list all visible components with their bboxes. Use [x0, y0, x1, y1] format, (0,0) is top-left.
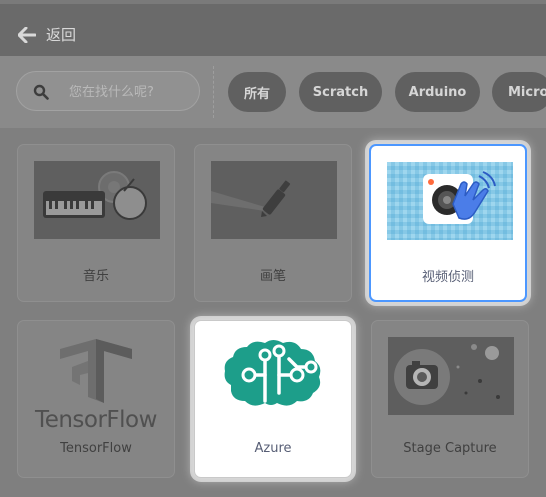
- extension-name-video-sensing: 视频侦测: [421, 270, 474, 285]
- back-button[interactable]: 返回: [18, 24, 76, 45]
- pen-icon: [211, 180, 291, 217]
- search-input[interactable]: [67, 80, 197, 104]
- music-keyboard-drum-icon: [43, 171, 147, 220]
- extension-card-tensorflow[interactable]: TensorFlow TensorFlow: [17, 320, 175, 478]
- extension-name-stage-capture: Stage Capture: [403, 441, 497, 456]
- tag-arduino-label: Arduino: [408, 84, 467, 100]
- extension-card-azure[interactable]: Azure: [194, 320, 352, 478]
- extension-card-stage-capture[interactable]: Stage Capture: [371, 320, 529, 478]
- header-bar: 返回: [0, 4, 546, 56]
- tag-all[interactable]: 所有: [228, 72, 286, 112]
- music-thumbnail: [34, 161, 160, 239]
- tensorflow-logo-icon: [60, 339, 132, 403]
- search-icon: [33, 84, 49, 100]
- video-hand-icon: [387, 162, 513, 240]
- tag-arduino[interactable]: Arduino: [395, 72, 480, 112]
- extension-card-pen[interactable]: 画笔: [194, 144, 352, 302]
- extension-name-tensorflow: TensorFlow: [60, 441, 132, 456]
- azure-brain-circuit-icon: [224, 340, 321, 406]
- extension-name-azure: Azure: [254, 441, 292, 456]
- tag-micro-label: Micro: [508, 84, 546, 100]
- extension-card-video-sensing[interactable]: 视频侦测: [369, 144, 527, 302]
- tag-micro[interactable]: Micro: [492, 72, 546, 112]
- stage-capture-thumbnail: [388, 337, 514, 415]
- video-sensing-thumbnail: [387, 162, 513, 240]
- pen-thumbnail: [211, 161, 337, 239]
- back-label: 返回: [46, 26, 77, 44]
- extension-name-pen: 画笔: [259, 269, 286, 284]
- tag-scratch[interactable]: Scratch: [299, 72, 382, 112]
- tag-all-label: 所有: [243, 86, 270, 102]
- search-box[interactable]: [16, 71, 200, 111]
- back-arrow-icon: [18, 26, 36, 43]
- filter-divider: [213, 66, 214, 118]
- tensorflow-logo-text: TensorFlow: [35, 407, 157, 433]
- extension-card-music[interactable]: 音乐: [17, 144, 175, 302]
- tag-scratch-label: Scratch: [312, 84, 369, 100]
- camera-icon: [394, 344, 500, 405]
- extension-name-music: 音乐: [82, 269, 109, 284]
- azure-thumbnail: [211, 337, 337, 415]
